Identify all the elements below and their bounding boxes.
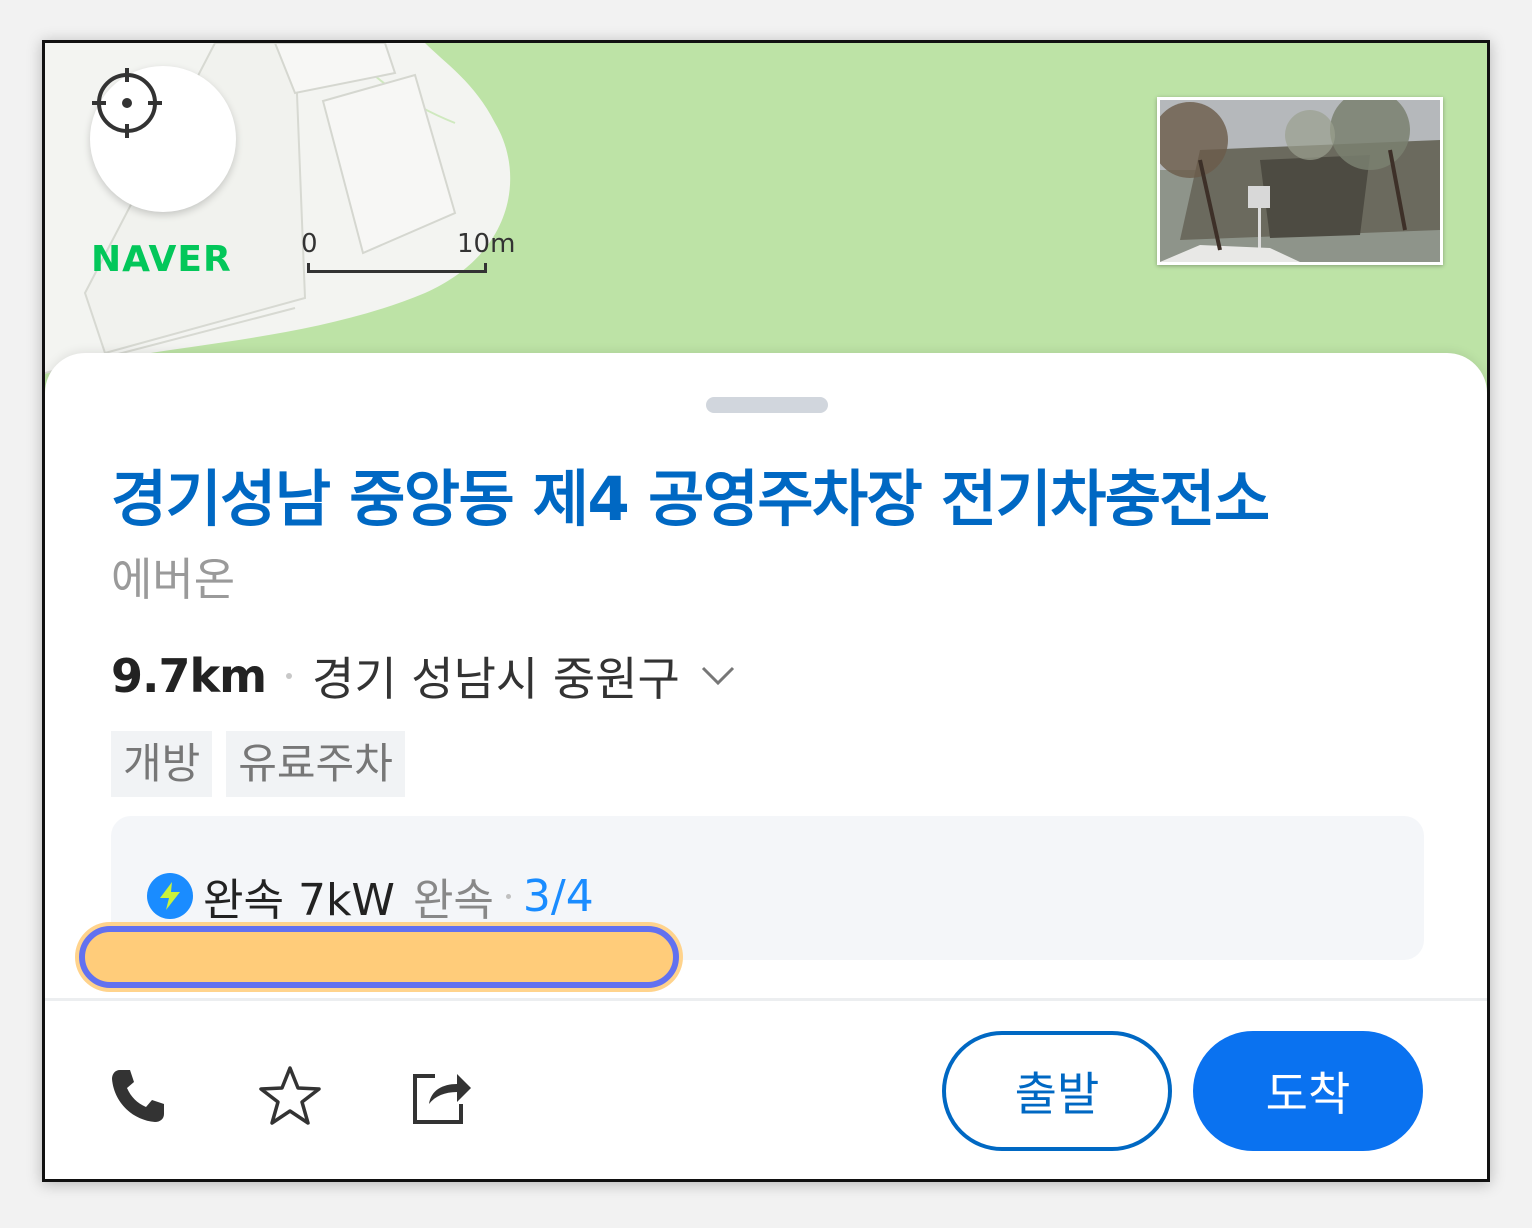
scale-end-label: 10m bbox=[457, 229, 516, 259]
scale-line bbox=[307, 263, 487, 273]
address-text[interactable]: 경기 성남시 중원구 bbox=[312, 643, 680, 709]
share-button[interactable] bbox=[407, 1061, 477, 1131]
phone-button[interactable] bbox=[103, 1061, 173, 1131]
share-icon bbox=[413, 1074, 471, 1124]
arrive-button[interactable]: 도착 bbox=[1193, 1031, 1423, 1151]
tag-open: 개방 bbox=[111, 731, 213, 797]
action-bar: 출발 도착 bbox=[45, 1001, 1487, 1179]
place-tags: 개방 유료주차 bbox=[111, 731, 419, 797]
distance-text: 9.7km bbox=[111, 649, 267, 703]
place-operator: 에버온 bbox=[111, 553, 236, 606]
street-view-thumbnail[interactable] bbox=[1157, 97, 1443, 265]
separator-dot bbox=[505, 893, 511, 899]
depart-button[interactable]: 출발 bbox=[942, 1031, 1172, 1151]
crosshair-icon bbox=[92, 68, 162, 138]
charger-availability: 3/4 bbox=[522, 870, 594, 922]
phone-icon bbox=[112, 1070, 164, 1122]
charger-speed: 완속 bbox=[412, 875, 494, 926]
star-icon bbox=[259, 1066, 321, 1125]
place-title[interactable]: 경기성남 중앙동 제4 공영주차장 전기차충전소 bbox=[111, 449, 1270, 538]
lightning-bolt-icon bbox=[147, 873, 193, 919]
favorite-button[interactable] bbox=[255, 1061, 325, 1131]
place-info-row: 9.7km 경기 성남시 중원구 bbox=[111, 646, 736, 706]
street-view-image bbox=[1160, 100, 1440, 262]
separator-dot bbox=[286, 673, 293, 679]
current-location-button[interactable] bbox=[90, 66, 236, 212]
charger-type: 완속 7kW bbox=[203, 875, 395, 926]
highlight-overlay bbox=[79, 926, 679, 988]
tag-paid-parking: 유료주차 bbox=[226, 731, 405, 797]
charger-row: 완속 7kW 완속 3/4 bbox=[147, 864, 594, 928]
sheet-drag-handle[interactable] bbox=[706, 397, 828, 413]
app-frame: NAVER 0 10m 경기성남 중앙동 제4 공영주차장 전기차충전소 에버온… bbox=[42, 40, 1490, 1182]
scale-start-label: 0 bbox=[301, 229, 318, 259]
map-scale-bar: 0 10m bbox=[301, 229, 531, 279]
place-detail-sheet: 경기성남 중앙동 제4 공영주차장 전기차충전소 에버온 9.7km 경기 성남… bbox=[45, 353, 1487, 1179]
naver-logo: NAVER bbox=[91, 239, 232, 280]
chevron-down-icon[interactable] bbox=[700, 665, 736, 687]
